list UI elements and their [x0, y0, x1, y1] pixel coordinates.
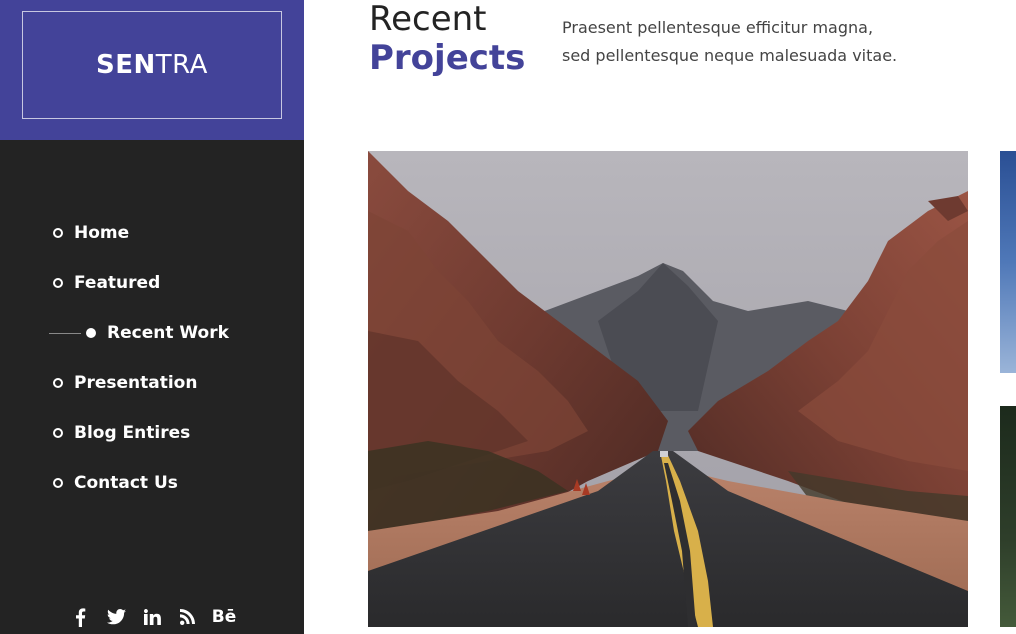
section-description-line2: sed pellentesque neque malesuada vitae.: [562, 46, 898, 65]
nav-item-presentation[interactable]: Presentation: [0, 358, 304, 408]
twitter-icon[interactable]: [98, 600, 134, 634]
nav-item-label: Contact Us: [74, 473, 178, 493]
rss-icon[interactable]: [170, 600, 206, 634]
project-card-side-bottom[interactable]: [1000, 406, 1016, 627]
facebook-icon[interactable]: [62, 600, 98, 634]
nav-bullet-icon: [53, 378, 63, 388]
brand-name: SENTRA: [96, 50, 208, 80]
brand-logo[interactable]: SENTRA: [22, 11, 282, 119]
section-description-line1: Praesent pellentesque efficitur magna,: [562, 18, 874, 37]
nav-bullet-active-icon: [86, 328, 96, 338]
nav-item-featured[interactable]: Featured: [0, 258, 304, 308]
section-description: Praesent pellentesque efficitur magna, s…: [562, 14, 922, 70]
nav-item-contact-us[interactable]: Contact Us: [0, 458, 304, 508]
nav-item-label: Blog Entires: [74, 423, 191, 443]
nav-item-label: Home: [74, 223, 130, 243]
sidebar: SENTRA Home Featured Recent Work Present…: [0, 0, 304, 634]
section-title: Recent Projects: [369, 0, 525, 78]
behance-icon[interactable]: Bē: [206, 600, 242, 634]
desert-road-photo: [368, 151, 968, 627]
nav-bullet-icon: [53, 278, 63, 288]
nav-bullet-icon: [53, 478, 63, 488]
active-indicator-line: [49, 333, 81, 334]
section-title-line1: Recent: [369, 0, 487, 39]
brand-name-bold: SEN: [96, 50, 156, 80]
logo-area: SENTRA: [0, 0, 304, 140]
section-title-line2: Projects: [369, 38, 526, 78]
brand-name-light: TRA: [155, 50, 208, 80]
nav-item-label: Featured: [74, 273, 161, 293]
nav-item-recent-work[interactable]: Recent Work: [0, 308, 304, 358]
nav-item-blog-entires[interactable]: Blog Entires: [0, 408, 304, 458]
main-nav: Home Featured Recent Work Presentation B…: [0, 208, 304, 508]
nav-item-label: Recent Work: [107, 323, 229, 343]
social-links: Bē: [0, 600, 304, 634]
project-card-desert-road[interactable]: [368, 151, 968, 627]
nav-item-label: Presentation: [74, 373, 198, 393]
linkedin-icon[interactable]: [134, 600, 170, 634]
nav-item-home[interactable]: Home: [0, 208, 304, 258]
project-card-side-top[interactable]: [1000, 151, 1016, 373]
nav-bullet-icon: [53, 428, 63, 438]
nav-bullet-icon: [53, 228, 63, 238]
